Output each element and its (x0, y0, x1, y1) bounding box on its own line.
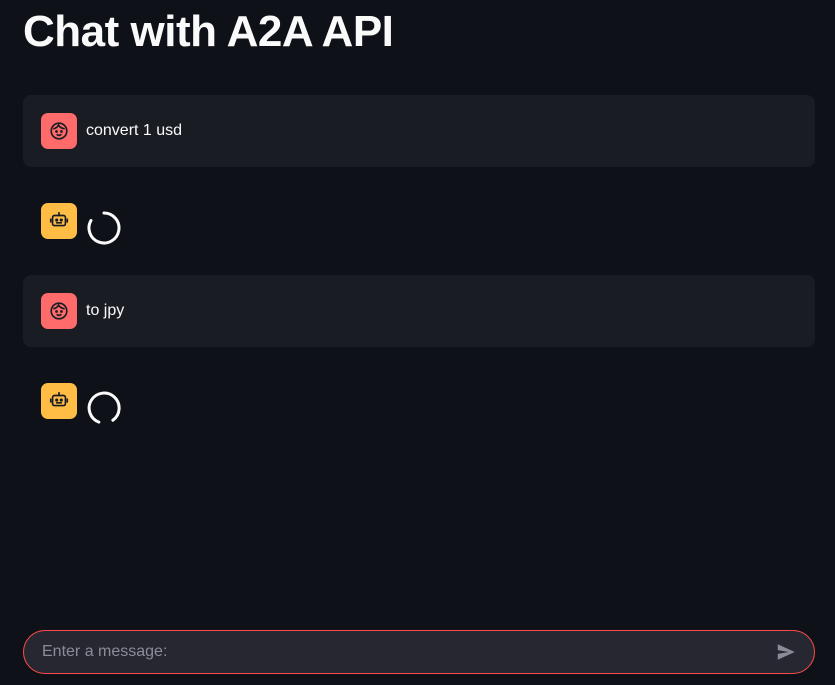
loading-spinner-icon (87, 391, 121, 424)
chat-input[interactable] (24, 631, 766, 673)
user-face-icon (41, 113, 77, 149)
robot-icon (41, 383, 77, 419)
message-text: convert 1 usd (86, 122, 183, 139)
chat-message-assistant (23, 365, 815, 437)
loading-spinner-icon (87, 211, 121, 245)
robot-icon (41, 203, 77, 239)
message-text: to jpy (86, 302, 125, 319)
chat-input-container (23, 630, 815, 674)
chat-message-assistant (23, 185, 815, 257)
send-icon (777, 644, 795, 660)
chat-app: Chat with A2A API convert 1 usd to jpy E… (0, 0, 835, 685)
chat-message-user: convert 1 usd (23, 95, 815, 167)
user-face-icon (41, 293, 77, 329)
send-button[interactable] (766, 632, 806, 672)
chat-message-user: to jpy (23, 275, 815, 347)
page-title: Chat with A2A API (23, 7, 394, 56)
